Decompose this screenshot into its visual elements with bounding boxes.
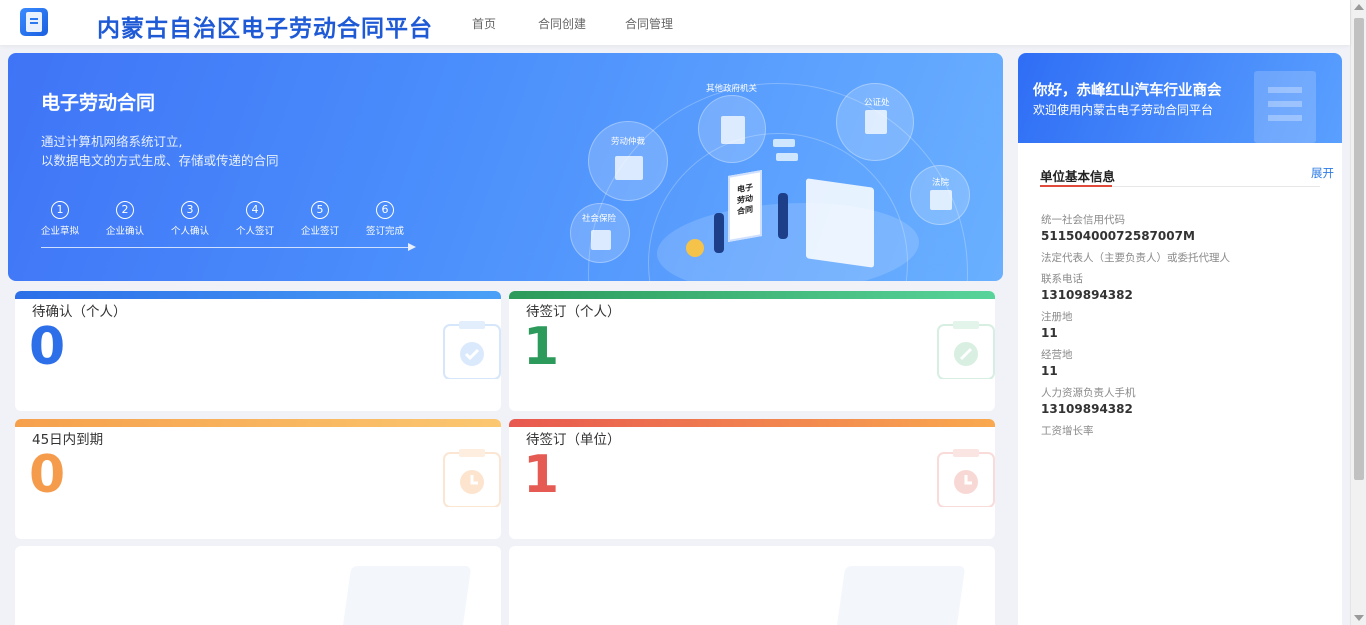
site-title: 内蒙古自治区电子劳动合同平台 xyxy=(97,16,433,42)
government-bubble xyxy=(698,95,766,163)
card-pending-sign-personal[interactable]: 待签订（个人） 1 xyxy=(509,291,995,411)
banner-title: 电子劳动合同 xyxy=(41,92,156,114)
building-windows xyxy=(1268,87,1302,93)
coin-illustration xyxy=(686,239,704,257)
arbitration-bubble xyxy=(588,121,668,201)
video-panel-illustration xyxy=(806,178,874,268)
step-4: 4 个人签订 xyxy=(225,201,285,237)
page-scrollbar[interactable] xyxy=(1350,0,1366,625)
card-value: 1 xyxy=(523,445,560,505)
clock-clipboard-icon xyxy=(937,449,995,507)
scroll-down-icon[interactable] xyxy=(1354,615,1364,621)
step-number: 5 xyxy=(311,201,329,219)
placeholder-card xyxy=(15,546,501,625)
expand-link[interactable]: 展开 xyxy=(1311,165,1334,181)
field-value-credit-code: 51150400072587007M xyxy=(1041,229,1195,243)
hero-banner: 电子劳动合同 通过计算机网络系统订立, 以数据电文的方式生成、存储或传递的合同 … xyxy=(8,53,1003,281)
pen-clipboard-icon xyxy=(937,321,995,379)
building-icon xyxy=(1254,71,1316,143)
field-label-wage-growth: 工资增长率 xyxy=(1041,425,1094,437)
nav-contract-create[interactable]: 合同创建 xyxy=(538,15,586,32)
step-number: 6 xyxy=(376,201,394,219)
step-label: 企业草拟 xyxy=(40,226,79,237)
stamp-icon xyxy=(865,110,887,134)
step-number: 4 xyxy=(246,201,264,219)
field-value-hr-phone: 13109894382 xyxy=(1041,402,1133,416)
step-label: 个人签订 xyxy=(235,226,274,237)
bubble-label: 劳动仲裁 xyxy=(611,137,646,147)
field-value-phone: 13109894382 xyxy=(1041,288,1133,302)
panel-subtitle: 欢迎使用内蒙古电子劳动合同平台 xyxy=(1033,103,1214,117)
bubble-label: 公证处 xyxy=(864,98,890,108)
notary-bubble xyxy=(836,83,914,161)
card-value: 0 xyxy=(29,317,66,377)
banner-desc-line1: 通过计算机网络系统订立, xyxy=(41,134,183,149)
card-accent-bar xyxy=(509,419,995,427)
card-accent-bar xyxy=(15,419,501,427)
contract-board: 电子 劳动 合同 xyxy=(728,170,762,242)
step-5: 5 企业签订 xyxy=(290,201,350,237)
step-label: 企业签订 xyxy=(300,226,339,237)
bubble-label: 其他政府机关 xyxy=(706,84,758,94)
clock-clipboard-icon xyxy=(443,449,501,507)
step-1: 1 企业草拟 xyxy=(30,201,90,237)
field-label-registered-address: 注册地 xyxy=(1041,311,1073,323)
field-label-business-address: 经营地 xyxy=(1041,349,1073,361)
card-expiring-45-days[interactable]: 45日内到期 0 xyxy=(15,419,501,539)
step-number: 1 xyxy=(51,201,69,219)
chart-icon xyxy=(615,156,643,180)
person-illustration xyxy=(778,193,788,239)
top-header: 内蒙古自治区电子劳动合同平台 首页 合同创建 合同管理 xyxy=(0,0,1350,45)
field-label-legal-rep: 法定代表人（主要负责人）或委托代理人 xyxy=(1041,252,1230,264)
chat-bubble-illustration xyxy=(776,153,798,161)
document-illustration xyxy=(832,566,966,625)
banner-desc-line2: 以数据电文的方式生成、存储或传递的合同 xyxy=(41,153,279,168)
card-value: 1 xyxy=(523,317,560,377)
step-label: 签订完成 xyxy=(365,226,404,237)
panel-greeting: 你好，赤峰红山汽车行业商会 xyxy=(1033,83,1222,99)
card-accent-bar xyxy=(509,291,995,299)
court-icon xyxy=(930,190,952,210)
tab-active-indicator xyxy=(1040,185,1112,187)
arrow-right-icon xyxy=(408,243,416,251)
scrollbar-thumb[interactable] xyxy=(1354,18,1364,480)
scroll-up-icon[interactable] xyxy=(1354,4,1364,10)
nav-home[interactable]: 首页 xyxy=(472,15,496,32)
card-accent-bar xyxy=(15,291,501,299)
step-3: 3 个人确认 xyxy=(160,201,220,237)
step-6: 6 签订完成 xyxy=(355,201,415,237)
court-bubble xyxy=(910,165,970,225)
panel-header: 你好，赤峰红山汽车行业商会 欢迎使用内蒙古电子劳动合同平台 xyxy=(1018,53,1342,143)
card-pending-sign-unit[interactable]: 待签订（单位） 1 xyxy=(509,419,995,539)
step-number: 3 xyxy=(181,201,199,219)
building-icon xyxy=(721,116,745,144)
card-pending-confirm-personal[interactable]: 待确认（个人） 0 xyxy=(15,291,501,411)
step-number: 2 xyxy=(116,201,134,219)
chat-bubble-illustration xyxy=(773,139,795,147)
tab-unit-info[interactable]: 单位基本信息 xyxy=(1040,166,1115,185)
field-label-credit-code: 统一社会信用代码 xyxy=(1041,214,1125,226)
step-2: 2 企业确认 xyxy=(95,201,155,237)
person-illustration xyxy=(714,213,724,253)
bubble-label: 社会保险 xyxy=(582,214,617,224)
field-label-phone: 联系电话 xyxy=(1041,273,1083,285)
logo-icon xyxy=(20,8,48,36)
chart-icon xyxy=(591,230,611,250)
unit-info-panel: 你好，赤峰红山汽车行业商会 欢迎使用内蒙古电子劳动合同平台 单位基本信息 展开 … xyxy=(1018,53,1342,625)
field-value-registered-address: 11 xyxy=(1041,326,1058,340)
progress-arrow-line xyxy=(41,247,411,248)
step-label: 企业确认 xyxy=(105,226,144,237)
check-clipboard-icon xyxy=(443,321,501,379)
nav-contract-manage[interactable]: 合同管理 xyxy=(625,15,673,32)
bubble-label: 法院 xyxy=(932,178,950,188)
placeholder-card xyxy=(509,546,995,625)
step-label: 个人确认 xyxy=(170,226,209,237)
field-value-business-address: 11 xyxy=(1041,364,1058,378)
document-illustration xyxy=(338,566,472,625)
card-value: 0 xyxy=(29,445,66,505)
field-label-hr-phone: 人力资源负责人手机 xyxy=(1041,387,1136,399)
